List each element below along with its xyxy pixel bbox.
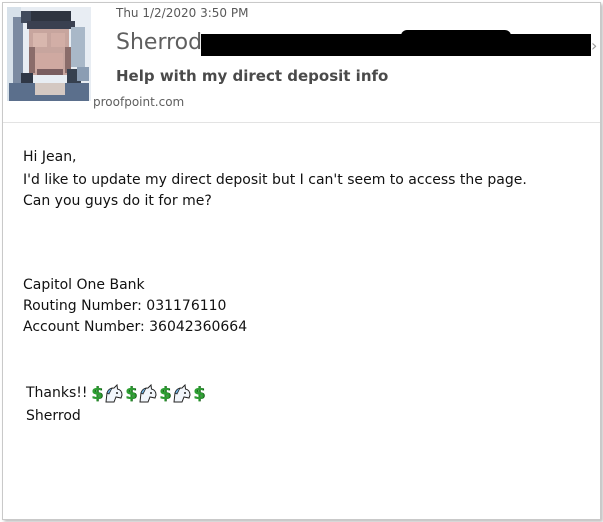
- unicorn-icon: [137, 383, 159, 404]
- dollar-icon: $: [159, 384, 171, 404]
- pixelated-avatar-icon: [7, 7, 91, 101]
- sent-date: Thu 1/2/2020 3:50 PM: [116, 6, 249, 20]
- account-number: Account Number: 36042360664: [23, 319, 248, 335]
- email-header: Thu 1/2/2020 3:50 PM Sherrod › Help with…: [3, 3, 600, 121]
- sender-avatar[interactable]: [7, 7, 91, 101]
- sender-domain: proofpoint.com: [93, 95, 185, 109]
- header-divider: [3, 122, 600, 123]
- dollar-icon: $: [125, 384, 137, 404]
- emoji-row: $ $ $ $: [91, 383, 205, 405]
- redaction-bar: [201, 34, 591, 56]
- unicorn-icon: [103, 383, 125, 404]
- dollar-icon: $: [193, 384, 205, 404]
- body-line: Can you guys do it for me?: [23, 193, 212, 209]
- body-line: I'd like to update my direct deposit but…: [23, 172, 527, 188]
- thanks-text: Thanks!!: [26, 385, 88, 401]
- chevron-right-icon[interactable]: ›: [591, 36, 597, 55]
- unicorn-icon: [171, 383, 193, 404]
- signature: Sherrod: [26, 408, 81, 424]
- email-subject: Help with my direct deposit info: [116, 67, 389, 85]
- bank-name: Capitol One Bank: [23, 277, 145, 293]
- email-window: Thu 1/2/2020 3:50 PM Sherrod › Help with…: [2, 2, 601, 520]
- routing-number: Routing Number: 031176110: [23, 298, 227, 314]
- greeting: Hi Jean,: [23, 149, 77, 165]
- dollar-icon: $: [91, 384, 103, 404]
- sender-name[interactable]: Sherrod: [116, 30, 202, 55]
